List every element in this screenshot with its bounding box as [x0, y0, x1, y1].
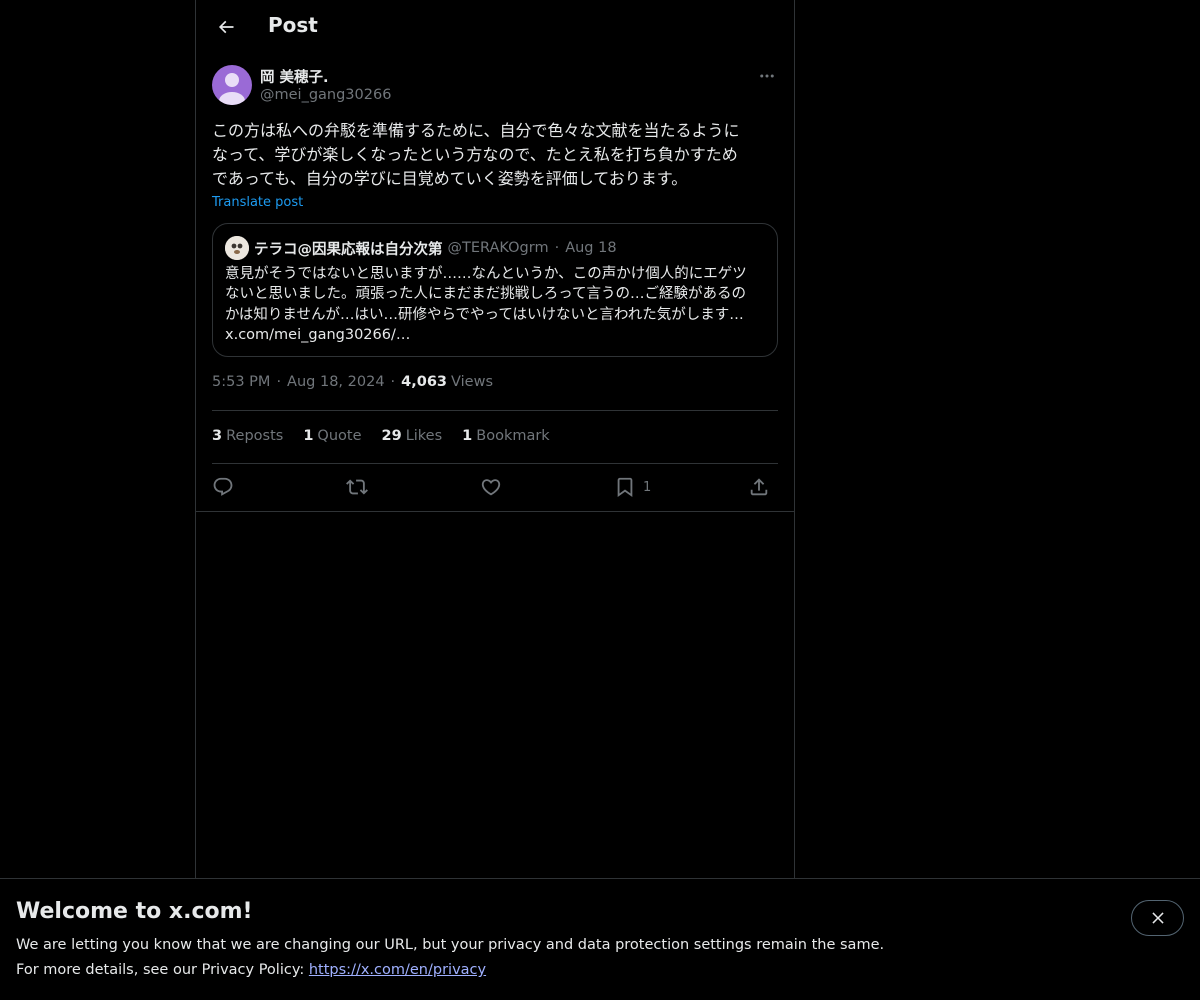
divider — [196, 511, 794, 512]
banner-title: Welcome to x.com! — [16, 899, 253, 924]
bookmarks-stat[interactable]: 1 Bookmark — [462, 428, 550, 444]
welcome-banner: Welcome to x.com! We are letting you kno… — [0, 878, 1200, 1000]
views-label: Views — [451, 374, 493, 390]
quoted-avatar — [225, 236, 249, 260]
page-title: Post — [268, 13, 318, 37]
quoted-author-handle: @TERAKOgrm — [447, 240, 549, 256]
share-button[interactable] — [748, 474, 770, 500]
post-metadata: 5:53 PM · Aug 18, 2024 · 4,063 Views — [212, 374, 493, 390]
quotes-stat[interactable]: 1 Quote — [303, 428, 361, 444]
back-arrow-icon — [218, 20, 234, 34]
author-name[interactable]: 岡 美穂子. — [260, 66, 329, 87]
quotes-label: Quote — [317, 428, 362, 444]
divider — [212, 463, 778, 464]
views-count: 4,063 — [401, 374, 448, 390]
post-date[interactable]: Aug 18, 2024 — [287, 374, 385, 390]
default-avatar-icon — [219, 73, 245, 105]
repost-icon — [346, 479, 368, 495]
divider — [212, 410, 778, 411]
bookmarks-count: 1 — [462, 428, 473, 444]
quoted-post-date: Aug 18 — [565, 240, 617, 256]
quotes-count: 1 — [303, 428, 314, 444]
primary-column: Post 岡 美穂子. @mei_gang30266 この方は私への弁駁を準備す… — [195, 0, 795, 880]
reply-icon — [213, 477, 233, 496]
likes-label: Likes — [405, 428, 443, 444]
quoted-post-text: 意見がそうではないと思いますが……なんというか、この声かけ個人的にエゲツ ないと… — [225, 266, 747, 343]
separator-dot: · — [390, 374, 396, 390]
repost-button[interactable] — [346, 474, 368, 500]
like-button[interactable] — [480, 474, 502, 500]
banner-privacy-prefix: For more details, see our Privacy Policy… — [16, 962, 309, 978]
back-button[interactable] — [208, 9, 244, 45]
close-icon — [1151, 912, 1164, 924]
banner-message: We are letting you know that we are chan… — [16, 937, 885, 953]
avatar[interactable] — [212, 65, 252, 105]
quoted-author-name: テラコ@因果応報は自分次第 — [254, 241, 443, 258]
translate-post-link[interactable]: Translate post — [212, 195, 303, 210]
bookmark-button[interactable]: 1 — [614, 474, 651, 500]
reposts-label: Reposts — [226, 428, 284, 444]
reposts-count: 3 — [212, 428, 223, 444]
post-text: この方は私への弁駁を準備するために、自分で色々な文献を当たるように なって、学び… — [212, 121, 740, 188]
reply-button[interactable] — [212, 474, 234, 500]
post-time[interactable]: 5:53 PM — [212, 374, 270, 390]
likes-count: 29 — [381, 428, 402, 444]
post-author: 岡 美穂子. @mei_gang30266 — [212, 65, 778, 109]
heart-icon — [481, 479, 501, 496]
engagement-stats: 3 Reposts 1 Quote 29 Likes 1 Bookmark — [212, 428, 570, 444]
separator-dot: · — [554, 240, 560, 256]
bookmark-count: 1 — [643, 479, 652, 495]
close-banner-button[interactable] — [1131, 900, 1184, 936]
more-options-button[interactable] — [756, 65, 778, 87]
likes-stat[interactable]: 29 Likes — [382, 428, 443, 444]
separator-dot: · — [276, 374, 282, 390]
bookmarks-label: Bookmark — [476, 428, 550, 444]
reposts-stat[interactable]: 3 Reposts — [212, 428, 283, 444]
quoted-post-header: テラコ@因果応報は自分次第 @TERAKOgrm · Aug 18 — [225, 236, 617, 260]
privacy-policy-link[interactable]: https://x.com/en/privacy — [309, 962, 486, 978]
author-handle[interactable]: @mei_gang30266 — [260, 87, 391, 103]
page-header: Post — [196, 0, 794, 54]
bookmark-icon — [617, 477, 633, 498]
quoted-post[interactable]: テラコ@因果応報は自分次第 @TERAKOgrm · Aug 18 意見がそうで… — [212, 223, 778, 357]
quoted-avatar-icon — [225, 236, 249, 260]
share-icon — [750, 478, 768, 496]
action-bar: 1 — [212, 474, 778, 500]
more-icon — [760, 74, 774, 78]
banner-privacy-line: For more details, see our Privacy Policy… — [16, 962, 486, 978]
